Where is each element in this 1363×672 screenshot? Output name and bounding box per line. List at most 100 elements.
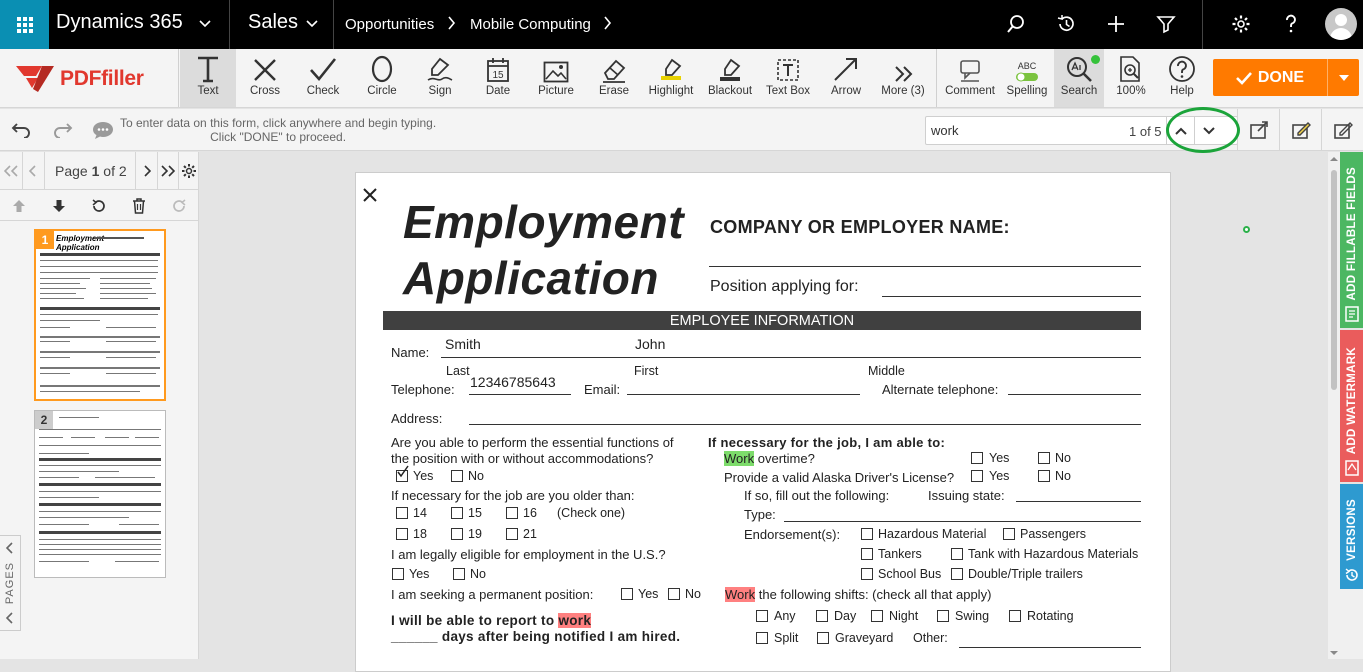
app-name[interactable]: Dynamics 365 <box>56 11 183 34</box>
page-indicator[interactable]: Page 1 of 2 <box>55 163 127 179</box>
recent-history-icon[interactable] <box>1054 12 1078 36</box>
move-page-down-icon[interactable] <box>49 196 69 216</box>
done-menu-button[interactable] <box>1328 74 1359 81</box>
shift-day-checkbox[interactable] <box>816 610 828 622</box>
alt-telephone-field[interactable] <box>1008 394 1141 395</box>
issuing-state-field[interactable] <box>1016 501 1141 502</box>
age-21-checkbox[interactable] <box>506 528 518 540</box>
permanent-no-checkbox[interactable] <box>668 588 680 600</box>
export-button[interactable] <box>1237 109 1279 151</box>
shift-swing-checkbox[interactable] <box>937 610 949 622</box>
versions-tab[interactable]: VERSIONS <box>1340 484 1363 589</box>
position-field[interactable] <box>882 296 1141 297</box>
license-no-checkbox[interactable] <box>1038 470 1050 482</box>
app-launcher-button[interactable] <box>0 0 49 49</box>
double-triple-checkbox[interactable] <box>951 568 963 580</box>
add-fillable-fields-tab[interactable]: ADD FILLABLE FIELDS <box>1340 152 1363 328</box>
search-icon[interactable] <box>1004 12 1028 36</box>
prev-page-button[interactable] <box>24 161 42 181</box>
page-thumbnail-2[interactable]: 2 <box>34 410 166 578</box>
shift-any-checkbox[interactable] <box>756 610 768 622</box>
shift-split-checkbox[interactable] <box>756 632 768 644</box>
eligible-yes-checkbox[interactable] <box>392 568 404 580</box>
email-field[interactable] <box>627 394 860 395</box>
undo-icon[interactable] <box>9 118 33 142</box>
functions-yes-checkbox[interactable] <box>396 465 409 482</box>
passengers-checkbox[interactable] <box>1003 528 1015 540</box>
chevron-right-icon[interactable] <box>604 16 612 33</box>
age-15-checkbox[interactable] <box>451 507 463 519</box>
age-18-checkbox[interactable] <box>396 528 408 540</box>
arrow-tool-button[interactable]: Arrow <box>820 49 872 107</box>
move-page-up-icon[interactable] <box>9 196 29 216</box>
age-16-checkbox[interactable] <box>506 507 518 519</box>
page-settings-gear-icon[interactable] <box>180 161 198 181</box>
tank-hazmat-checkbox[interactable] <box>951 548 963 560</box>
done-main-button[interactable]: DONE <box>1213 69 1327 87</box>
delete-page-icon[interactable] <box>129 196 149 216</box>
age-19-checkbox[interactable] <box>451 528 463 540</box>
edit-button[interactable] <box>1321 109 1363 151</box>
textbox-tool-button[interactable]: Text Box <box>762 49 814 107</box>
pages-panel-toggle[interactable]: PAGES <box>0 535 21 631</box>
age-14-checkbox[interactable] <box>396 507 408 519</box>
user-avatar[interactable] <box>1325 8 1357 40</box>
license-yes-checkbox[interactable] <box>971 470 983 482</box>
last-name-value[interactable]: Smith <box>445 336 481 352</box>
cross-tool-button[interactable]: Cross <box>239 49 291 107</box>
next-page-button[interactable] <box>138 161 156 181</box>
other-field[interactable] <box>959 647 1141 648</box>
type-field[interactable] <box>784 521 1141 522</box>
scroll-down-icon[interactable] <box>1328 649 1340 657</box>
scroll-thumb[interactable] <box>1331 170 1337 390</box>
last-page-button[interactable] <box>159 161 177 181</box>
spelling-button[interactable]: ABC Spelling <box>1000 49 1054 107</box>
circle-tool-button[interactable]: Circle <box>356 49 408 107</box>
picture-tool-button[interactable]: Picture <box>529 49 583 107</box>
check-tool-button[interactable]: Check <box>297 49 349 107</box>
chevron-down-icon[interactable] <box>199 17 211 31</box>
highlight-tool-button[interactable]: Highlight <box>645 49 697 107</box>
first-page-button[interactable] <box>2 161 20 181</box>
area-switcher[interactable]: Sales <box>248 11 298 34</box>
school-bus-checkbox[interactable] <box>861 568 873 580</box>
first-name-value[interactable]: John <box>635 336 665 352</box>
help-question-icon[interactable] <box>1279 12 1303 36</box>
search-input[interactable] <box>931 123 1111 138</box>
text-tool-button[interactable]: Text <box>180 49 236 107</box>
breadcrumb-opportunities[interactable]: Opportunities <box>345 16 434 33</box>
overtime-no-checkbox[interactable] <box>1038 452 1050 464</box>
date-tool-button[interactable]: 15 Date <box>472 49 524 107</box>
comment-button[interactable]: Comment <box>942 49 998 107</box>
page-thumbnail-1[interactable]: 1 Employment Application <box>34 229 166 401</box>
rotate-page-icon[interactable] <box>89 196 109 216</box>
telephone-field[interactable] <box>469 394 571 395</box>
filter-icon[interactable] <box>1154 12 1178 36</box>
zoom-button[interactable]: 100% <box>1107 49 1155 107</box>
tankers-checkbox[interactable] <box>861 548 873 560</box>
telephone-value[interactable]: 12346785643 <box>470 374 556 390</box>
search-tool-button[interactable]: Search <box>1054 49 1104 107</box>
overtime-yes-checkbox[interactable] <box>971 452 983 464</box>
shift-rotating-checkbox[interactable] <box>1009 610 1021 622</box>
plus-icon[interactable] <box>1104 12 1128 36</box>
document-scrollbar[interactable] <box>1328 152 1340 659</box>
redo-icon[interactable] <box>51 118 75 142</box>
gear-icon[interactable] <box>1229 12 1253 36</box>
document-page[interactable]: Employment Application COMPANY OR EMPLOY… <box>355 172 1171 672</box>
hazmat-checkbox[interactable] <box>861 528 873 540</box>
permanent-yes-checkbox[interactable] <box>621 588 633 600</box>
chevron-down-icon[interactable] <box>306 17 318 31</box>
help-button[interactable]: Help <box>1158 49 1206 107</box>
breadcrumb-record[interactable]: Mobile Computing <box>470 16 591 33</box>
eligible-no-checkbox[interactable] <box>453 568 465 580</box>
add-watermark-tab[interactable]: ADD WATERMARK <box>1340 330 1363 482</box>
address-field[interactable] <box>469 424 1141 425</box>
shift-graveyard-checkbox[interactable] <box>817 632 829 644</box>
shift-night-checkbox[interactable] <box>871 610 883 622</box>
scroll-up-icon[interactable] <box>1328 155 1340 163</box>
done-button[interactable]: DONE <box>1213 59 1359 96</box>
functions-no-checkbox[interactable] <box>451 470 463 482</box>
name-field[interactable] <box>441 357 1141 358</box>
more-tools-button[interactable]: More (3) <box>877 49 929 107</box>
